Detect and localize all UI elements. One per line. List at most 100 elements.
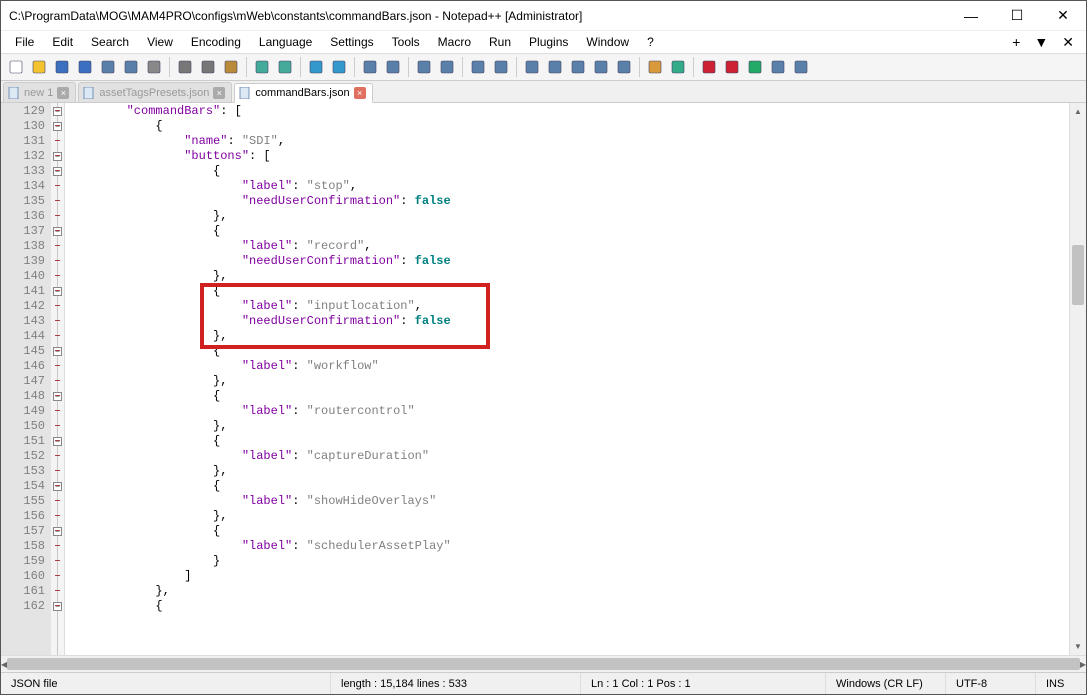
menu-language[interactable]: Language [251,33,320,51]
fold-toggle[interactable]: − [53,602,62,611]
indent-guide-icon[interactable] [521,56,543,78]
code-line[interactable]: { [69,599,1069,614]
menu-view[interactable]: View [139,33,181,51]
record-macro-icon[interactable] [698,56,720,78]
menu-macro[interactable]: Macro [430,33,479,51]
find-icon[interactable] [305,56,327,78]
monitor-icon[interactable] [667,56,689,78]
code-line[interactable]: { [69,119,1069,134]
tab-close-icon[interactable]: × [354,87,366,99]
code-line[interactable]: "buttons": [ [69,149,1069,164]
menu-run[interactable]: Run [481,33,519,51]
menu-plus-button[interactable]: + [1006,32,1026,52]
code-line[interactable]: "label": "showHideOverlays" [69,494,1069,509]
code-line[interactable]: } [69,554,1069,569]
code-line[interactable]: { [69,164,1069,179]
fold-toggle[interactable]: − [53,482,62,491]
fold-toggle[interactable]: − [53,227,62,236]
save-all-icon[interactable] [74,56,96,78]
doc-map-icon[interactable] [567,56,589,78]
code-line[interactable]: "name": "SDI", [69,134,1069,149]
new-file-icon[interactable] [5,56,27,78]
code-line[interactable]: "label": "routercontrol" [69,404,1069,419]
code-line[interactable]: "label": "stop", [69,179,1069,194]
save-icon[interactable] [51,56,73,78]
code-line[interactable]: "needUserConfirmation": false [69,194,1069,209]
code-line[interactable]: }, [69,209,1069,224]
code-line[interactable]: { [69,389,1069,404]
wordwrap-icon[interactable] [467,56,489,78]
tab-new-1[interactable]: new 1× [3,82,76,102]
maximize-button[interactable]: ☐ [994,1,1040,31]
code-line[interactable]: }, [69,584,1069,599]
play-macro-icon[interactable] [744,56,766,78]
menu-dropdown-button[interactable]: ▼ [1028,32,1054,52]
code-line[interactable]: }, [69,464,1069,479]
code-line[interactable]: "needUserConfirmation": false [69,314,1069,329]
save-macro-icon[interactable] [790,56,812,78]
redo-icon[interactable] [274,56,296,78]
copy-icon[interactable] [197,56,219,78]
code-line[interactable]: }, [69,419,1069,434]
udl-icon[interactable] [544,56,566,78]
scroll-thumb-h[interactable] [7,658,1080,670]
menu-close-button[interactable]: ✕ [1056,32,1080,53]
open-file-icon[interactable] [28,56,50,78]
code-line[interactable]: { [69,434,1069,449]
code-line[interactable]: "label": "record", [69,239,1069,254]
code-line[interactable]: { [69,479,1069,494]
replace-icon[interactable] [328,56,350,78]
fold-toggle[interactable]: − [53,437,62,446]
menu-plugins[interactable]: Plugins [521,33,576,51]
print-icon[interactable] [143,56,165,78]
folder-icon[interactable] [644,56,666,78]
play-multi-icon[interactable] [767,56,789,78]
horizontal-scrollbar[interactable]: ◀ ▶ [1,655,1086,672]
code-line[interactable]: "commandBars": [ [69,104,1069,119]
close-all-icon[interactable] [120,56,142,78]
code-line[interactable]: }, [69,374,1069,389]
sync-h-icon[interactable] [436,56,458,78]
fold-toggle[interactable]: − [53,287,62,296]
doc-list-icon[interactable] [590,56,612,78]
code-line[interactable]: { [69,284,1069,299]
paste-icon[interactable] [220,56,242,78]
fold-toggle[interactable]: − [53,167,62,176]
menu-edit[interactable]: Edit [44,33,81,51]
tab-commandbars-json[interactable]: commandBars.json× [234,83,372,103]
scroll-thumb-v[interactable] [1072,245,1084,305]
fold-toggle[interactable]: − [53,392,62,401]
tab-assettagspresets-json[interactable]: assetTagsPresets.json× [78,82,232,102]
menu-[interactable]: ? [639,33,662,51]
show-all-icon[interactable] [490,56,512,78]
scroll-right-button[interactable]: ▶ [1080,656,1086,673]
fold-toggle[interactable]: − [53,122,62,131]
fold-toggle[interactable]: − [53,347,62,356]
scroll-down-button[interactable]: ▼ [1070,638,1086,655]
code-line[interactable]: "needUserConfirmation": false [69,254,1069,269]
close-icon[interactable] [97,56,119,78]
fold-toggle[interactable]: − [53,152,62,161]
scroll-up-button[interactable]: ▲ [1070,103,1086,120]
function-list-icon[interactable] [613,56,635,78]
code-line[interactable]: ] [69,569,1069,584]
code-line[interactable]: "label": "captureDuration" [69,449,1069,464]
code-line[interactable]: }, [69,329,1069,344]
code-line[interactable]: }, [69,269,1069,284]
close-window-button[interactable]: ✕ [1040,1,1086,31]
menu-tools[interactable]: Tools [384,33,428,51]
code-editor[interactable]: "commandBars": [ { "name": "SDI", "butto… [65,103,1069,655]
code-line[interactable]: "label": "inputlocation", [69,299,1069,314]
stop-macro-icon[interactable] [721,56,743,78]
menu-window[interactable]: Window [578,33,637,51]
code-line[interactable]: { [69,224,1069,239]
zoom-in-icon[interactable] [359,56,381,78]
vertical-scrollbar[interactable]: ▲ ▼ [1069,103,1086,655]
code-line[interactable]: }, [69,509,1069,524]
zoom-out-icon[interactable] [382,56,404,78]
cut-icon[interactable] [174,56,196,78]
code-line[interactable]: { [69,344,1069,359]
code-line[interactable]: { [69,524,1069,539]
undo-icon[interactable] [251,56,273,78]
menu-settings[interactable]: Settings [322,33,381,51]
